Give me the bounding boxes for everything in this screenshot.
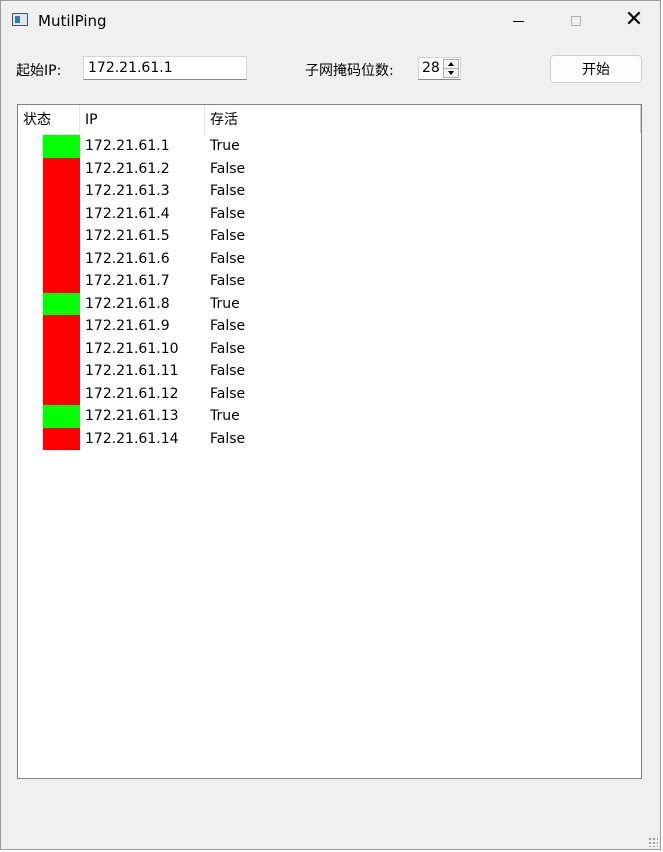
status-indicator (43, 225, 80, 248)
main-window: MutilPing ✕ 起始IP: 子网掩码位数: 28 开始 状态 IP 存活 (0, 0, 661, 850)
subnet-mask-value[interactable]: 28 (422, 60, 440, 76)
spin-down-button[interactable] (444, 69, 458, 77)
spin-buttons (443, 59, 459, 78)
subnet-mask-label: 子网掩码位数: (305, 63, 394, 79)
alive-cell: False (210, 183, 246, 199)
scrollbar-edge (640, 105, 641, 133)
ip-cell: 172.21.61.10 (85, 340, 179, 357)
title-bar[interactable]: MutilPing ✕ (1, 1, 660, 41)
table-row[interactable]: 172.21.61.7 False (18, 270, 640, 293)
table-row[interactable]: 172.21.61.1 True (18, 135, 640, 158)
start-ip-label: 起始IP: (16, 63, 62, 79)
close-icon: ✕ (624, 7, 644, 32)
table-row[interactable]: 172.21.61.9 False (18, 315, 640, 338)
status-indicator (43, 382, 80, 405)
alive-cell: True (210, 408, 240, 424)
table-row[interactable]: 172.21.61.12 False (18, 382, 640, 405)
table-row[interactable]: 172.21.61.5 False (18, 225, 640, 248)
maximize-button[interactable] (547, 1, 605, 41)
status-indicator (43, 157, 80, 180)
alive-cell: True (210, 295, 240, 312)
table-row[interactable]: 172.21.61.4 False (18, 202, 640, 225)
table-row[interactable]: 172.21.61.13 True (18, 405, 640, 428)
alive-cell: False (210, 385, 246, 402)
alive-cell: False (210, 363, 246, 379)
results-table[interactable]: 状态 IP 存活 172.21.61.1 True 172.21.61.2 False… (17, 104, 642, 779)
table-row[interactable]: 172.21.61.11 False (18, 360, 640, 383)
table-row[interactable]: 172.21.61.8 True (18, 292, 640, 315)
status-indicator (43, 180, 80, 203)
table-header: 状态 IP 存活 (18, 105, 641, 135)
ip-cell: 172.21.61.1 (85, 138, 170, 154)
status-indicator (43, 247, 80, 270)
start-ip-input[interactable] (83, 56, 247, 80)
table-row[interactable]: 172.21.61.14 False (18, 427, 640, 450)
header-alive[interactable]: 存活 (205, 105, 640, 135)
window-title: MutilPing (38, 12, 107, 30)
ip-cell: 172.21.61.9 (85, 318, 170, 334)
ip-cell: 172.21.61.7 (85, 273, 170, 289)
ip-cell: 172.21.61.11 (85, 363, 179, 379)
ip-cell: 172.21.61.2 (85, 160, 170, 177)
status-indicator (43, 360, 80, 383)
status-indicator (43, 270, 80, 293)
status-indicator (43, 315, 80, 338)
alive-cell: True (210, 138, 240, 154)
header-status[interactable]: 状态 (18, 105, 80, 135)
ip-cell: 172.21.61.14 (85, 430, 179, 447)
table-row[interactable]: 172.21.61.6 False (18, 247, 640, 270)
alive-cell: False (210, 318, 246, 334)
chevron-down-icon (448, 71, 454, 75)
maximize-icon (571, 16, 581, 26)
subnet-mask-spinbox[interactable]: 28 (418, 57, 461, 80)
status-indicator (43, 405, 80, 428)
ip-cell: 172.21.61.13 (85, 408, 179, 424)
status-indicator (43, 337, 80, 360)
status-indicator (43, 202, 80, 225)
alive-cell: False (210, 160, 246, 177)
status-indicator (43, 427, 80, 450)
alive-cell: False (210, 250, 246, 267)
resize-grip-icon[interactable] (648, 837, 658, 847)
table-row[interactable]: 172.21.61.2 False (18, 157, 640, 180)
chevron-up-icon (448, 62, 454, 66)
ip-cell: 172.21.61.6 (85, 250, 170, 267)
table-row[interactable]: 172.21.61.10 False (18, 337, 640, 360)
close-button[interactable]: ✕ (605, 1, 663, 41)
spin-up-button[interactable] (444, 60, 458, 69)
start-button[interactable]: 开始 (550, 55, 642, 83)
status-indicator (43, 292, 80, 315)
alive-cell: False (210, 430, 246, 447)
ip-cell: 172.21.61.8 (85, 295, 170, 312)
table-row[interactable]: 172.21.61.3 False (18, 180, 640, 203)
alive-cell: False (210, 205, 246, 222)
window-app-icon (12, 13, 28, 26)
alive-cell: False (210, 340, 246, 357)
table-body: 172.21.61.1 True 172.21.61.2 False 172.21.61… (18, 135, 640, 450)
minimize-button[interactable] (489, 1, 547, 41)
header-ip[interactable]: IP (80, 105, 205, 135)
ip-cell: 172.21.61.4 (85, 205, 170, 222)
ip-cell: 172.21.61.12 (85, 385, 179, 402)
status-indicator (43, 135, 80, 158)
alive-cell: False (210, 273, 246, 289)
alive-cell: False (210, 228, 246, 244)
minimize-icon (512, 20, 524, 22)
ip-cell: 172.21.61.3 (85, 183, 170, 199)
ip-cell: 172.21.61.5 (85, 228, 170, 244)
